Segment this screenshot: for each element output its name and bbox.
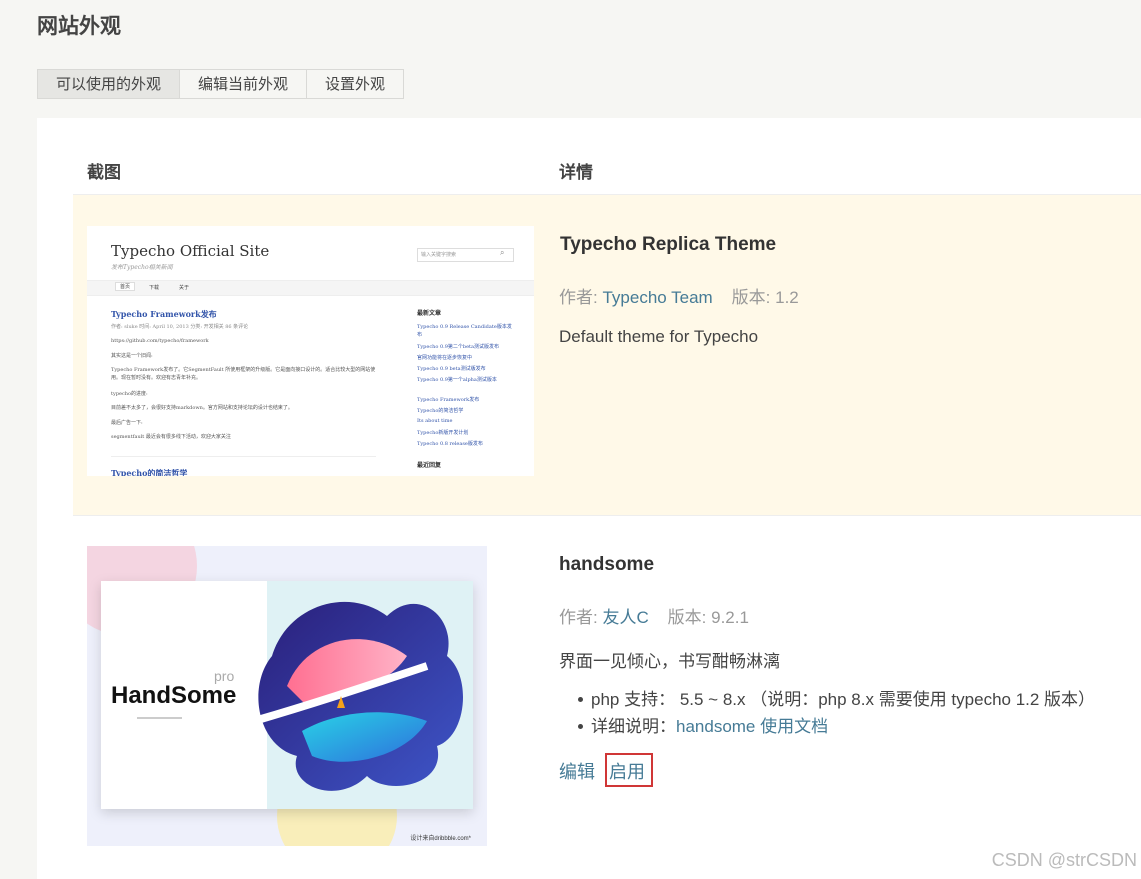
screenshot-nav-item: 关于	[179, 285, 190, 291]
screenshot-nav-item: 首页	[115, 282, 136, 291]
screenshot-sidebar-item: Its about time	[417, 418, 453, 424]
screenshot-nav-item: 下载	[149, 285, 160, 291]
screenshot-sidebar-item: Typecho Framework发布	[417, 397, 480, 403]
screenshot-post-title: Typecho的简洁哲学	[111, 468, 188, 476]
screenshot-post-divider	[111, 456, 376, 457]
theme-screenshot-replica: Typecho Official Site 发布Typecho相关新闻 输入关键…	[87, 226, 534, 476]
list-item: 详细说明：handsome 使用文档	[577, 715, 1095, 742]
theme-description: Default theme for Typecho	[559, 327, 759, 346]
screenshot-sidebar-item: 官网功能将在逐步恢复中	[417, 355, 473, 361]
screenshot-post-line: segmentfault 最近会有很多线下活动，欢迎大家关注	[111, 434, 231, 440]
theme-author-link[interactable]: Typecho Team	[602, 288, 712, 307]
docs-label: 详细说明：	[591, 717, 676, 736]
handsome-brand: HandSome	[111, 682, 237, 709]
screenshot-site-title: Typecho Official Site	[111, 242, 270, 260]
theme-author-link[interactable]: 友人C	[602, 608, 648, 627]
screenshot-sidebar-heading: 最近回复	[417, 462, 442, 469]
version-label: 版本:	[731, 288, 771, 307]
screenshot-post-line: 最后广告一下:	[111, 420, 143, 426]
tab-theme-settings[interactable]: 设置外观	[307, 69, 405, 99]
tab-available-themes[interactable]: 可以使用的外观	[37, 69, 181, 99]
screenshot-sidebar-item: Typecho 0.9第二个beta测试版发布	[417, 344, 500, 350]
tab-edit-current-theme[interactable]: 编辑当前外观	[180, 69, 308, 99]
watermark: CSDN @strCSDN	[991, 850, 1137, 870]
theme-meta: 作者: Typecho Team 版本: 1.2	[559, 283, 799, 308]
screenshot-post-line: Typecho Framework发布了。它SegmentFault 所使用框架…	[111, 367, 376, 381]
screenshot-post-meta: 作者: sluke 时间: April 10, 2013 分类: 开发相关 86…	[111, 324, 249, 330]
screenshot-post-line: 其实这是一个旧闻:	[111, 353, 153, 359]
theme-name: Typecho Replica Theme	[560, 234, 777, 255]
screenshot-post-title: Typecho Framework发布	[111, 309, 217, 319]
edit-theme-link[interactable]: 编辑	[559, 758, 595, 784]
theme-version: 1.2	[775, 288, 799, 307]
version-label: 版本:	[667, 608, 707, 627]
theme-version: 9.2.1	[711, 608, 749, 627]
screenshot-sidebar-item: Typecho 0.9第一个alpha测试版本	[417, 377, 497, 383]
column-header-screenshot: 截图	[87, 163, 121, 182]
php-support-label: php 支持：	[591, 690, 676, 709]
screenshot-navbar: 首页 下载 关于	[87, 280, 534, 296]
screenshot-search-icon: ⌕	[500, 248, 505, 257]
author-label: 作者:	[559, 288, 598, 307]
column-header-details: 详情	[559, 163, 593, 182]
appearance-tabs: 可以使用的外观 编辑当前外观 设置外观	[37, 69, 405, 99]
screenshot-sidebar-heading: 最新文章	[417, 310, 442, 317]
theme-details-list: php 支持： 5.5 ~ 8.x （说明：php 8.x 需要使用 typec…	[577, 688, 1096, 742]
screenshot-post-line: https://github.com/typecho/framework	[111, 338, 209, 344]
screenshot-sidebar-item: Typecho 0.9 beta测试版发布	[417, 366, 486, 372]
list-item: php 支持： 5.5 ~ 8.x （说明：php 8.x 需要使用 typec…	[577, 688, 1096, 715]
screenshot-sidebar-item: Typecho的简洁哲学	[417, 408, 464, 414]
theme-description: 界面一见倾心，书写酣畅淋漓	[559, 652, 780, 671]
theme-name: handsome	[559, 554, 655, 575]
theme-screenshot-handsome: pro HandSome 设计来自dribbble.com*	[87, 546, 487, 846]
screenshot-post-line: 目前差不太多了，会很好支持markdown。官方网站和支持论坛的设计也结束了。	[111, 405, 293, 411]
screenshot-sidebar-item: Typecho 0.8 release版发布	[417, 441, 483, 447]
activate-theme-link[interactable]: 启用	[609, 758, 645, 784]
screenshot-sidebar-item: Typecho新版开发计划	[417, 430, 469, 436]
handsome-credit: 设计来自dribbble.com*	[410, 836, 471, 842]
php-support-value: 5.5 ~ 8.x （说明：php 8.x 需要使用 typecho 1.2 版…	[675, 690, 1096, 709]
screenshot-sidebar-item: Typecho 0.9 Release Candidate版本发布	[417, 324, 512, 338]
screenshot-site-subtitle: 发布Typecho相关新闻	[111, 264, 173, 271]
page-title: 网站外观	[37, 15, 121, 38]
author-label: 作者:	[559, 608, 598, 627]
docs-link[interactable]: handsome 使用文档	[676, 717, 828, 736]
theme-meta: 作者: 友人C 版本: 9.2.1	[559, 603, 749, 628]
screenshot-post-line: typecho的进度:	[111, 391, 148, 397]
